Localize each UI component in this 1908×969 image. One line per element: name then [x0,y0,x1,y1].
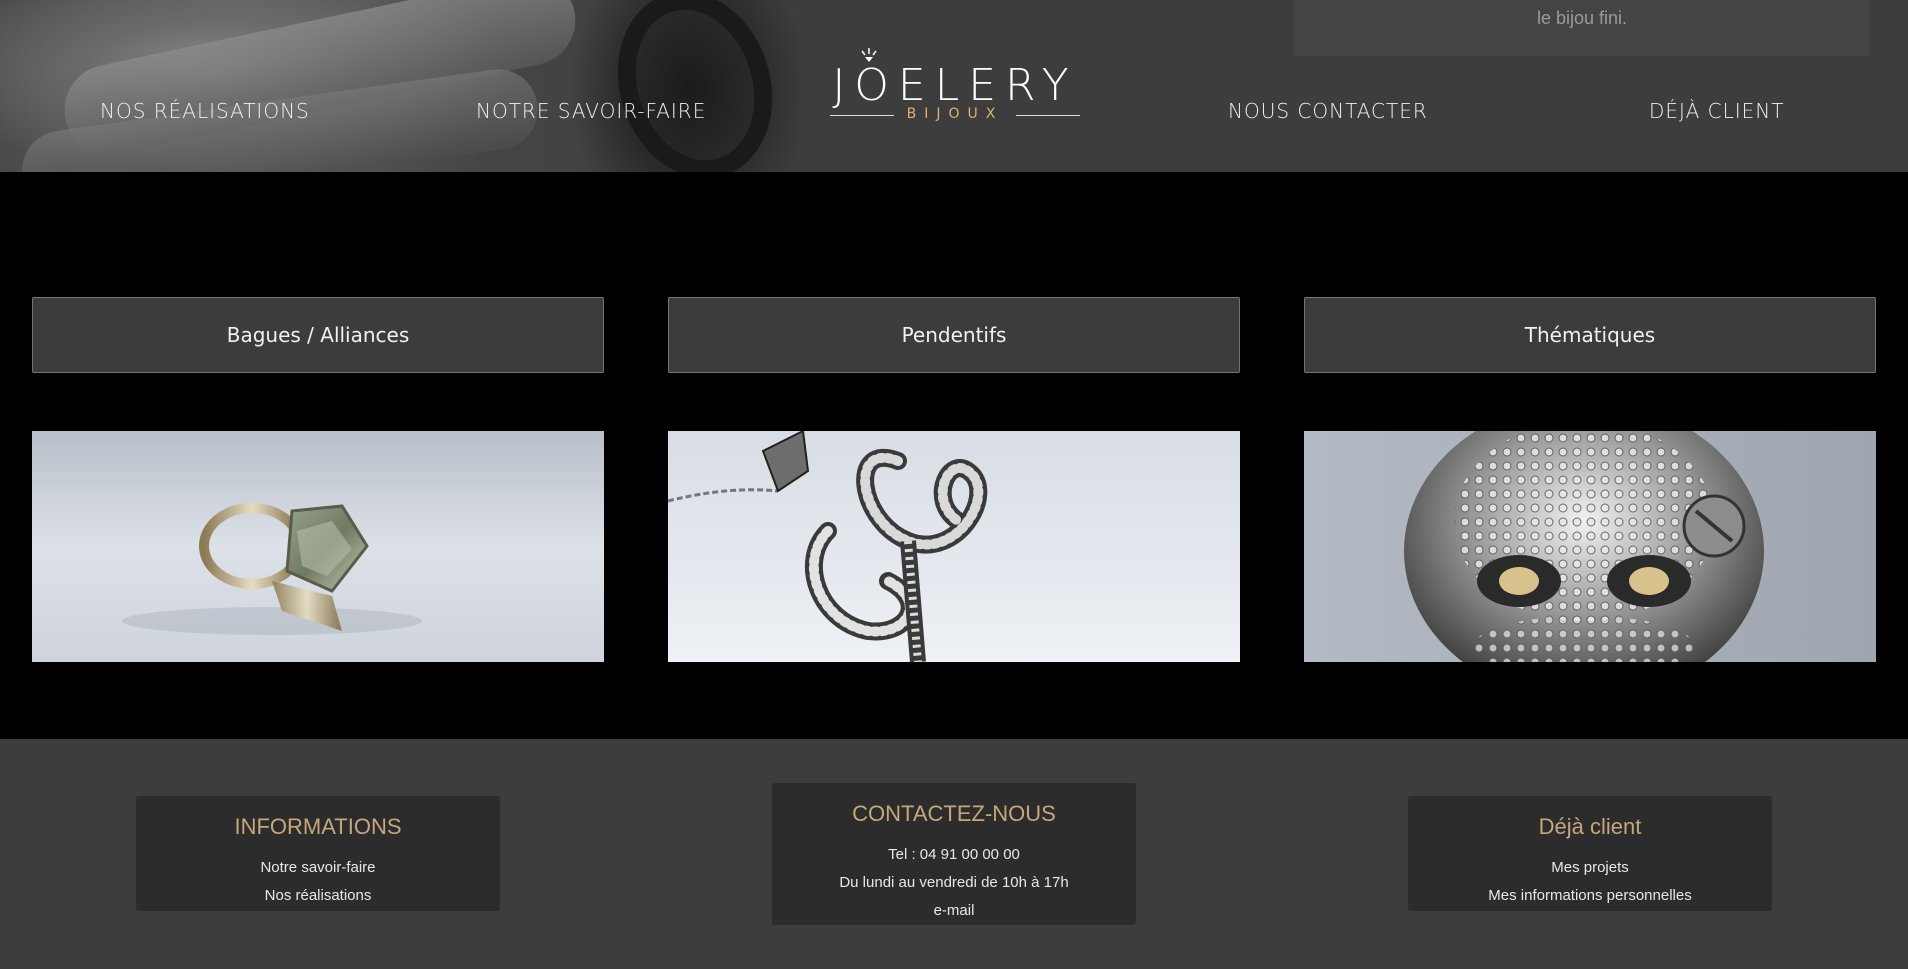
category-image-skull-ring[interactable] [1304,431,1876,662]
logo-divider [830,115,894,116]
site-header: le bijou fini. NOS RÉALISATIONS NOTRE SA… [0,0,1908,172]
logo-subtitle-text: BIJOUX [906,106,1004,122]
photo-ring-shape [594,0,796,172]
logo-wordmark: JOELERY [832,60,1078,111]
footer-informations: INFORMATIONS Notre savoir-faire Nos réal… [136,796,500,911]
logo-divider [1016,115,1080,116]
category-image-ring[interactable] [32,431,604,662]
ring-with-gem-illustration [32,431,604,662]
footer-deja-client: Déjà client Mes projets Mes informations… [1408,796,1772,911]
letter-pendant-illustration [668,431,1240,662]
site-logo[interactable]: JOELERY BIJOUX [830,48,1080,126]
category-button-pendentifs[interactable]: Pendentifs [668,297,1240,373]
footer-informations-title: INFORMATIONS [234,814,402,839]
nav-nous-contacter[interactable]: NOUS CONTACTER [1228,99,1428,123]
footer-phone: Tel : 04 91 00 00 00 [888,846,1020,863]
footer-link-realisations[interactable]: Nos réalisations [136,882,500,910]
footer-contact-title: CONTACTEZ-NOUS [852,801,1056,826]
nav-nos-realisations[interactable]: NOS RÉALISATIONS [100,99,310,123]
slider-caption: le bijou fini. [1294,0,1870,56]
nav-deja-client[interactable]: DÉJÀ CLIENT [1649,99,1784,123]
skull-ring-illustration [1304,431,1876,662]
footer-hours: Du lundi au vendredi de 10h à 17h [839,874,1069,891]
footer-client-title: Déjà client [1538,814,1642,839]
category-button-bagues[interactable]: Bagues / Alliances [32,297,604,373]
footer-link-mes-informations[interactable]: Mes informations personnelles [1408,882,1772,910]
footer-link-mes-projets[interactable]: Mes projets [1408,854,1772,882]
category-button-thematiques[interactable]: Thématiques [1304,297,1876,373]
logo-subtitle: BIJOUX [830,106,1080,126]
header-background-photo [0,0,800,172]
nav-notre-savoir-faire[interactable]: NOTRE SAVOIR-FAIRE [476,99,706,123]
categories-section: Bagues / Alliances Pendentifs Thématique… [0,172,1908,739]
category-image-pendant[interactable] [668,431,1240,662]
footer-email-link[interactable]: e-mail [772,897,1136,925]
footer-contact: CONTACTEZ-NOUS Tel : 04 91 00 00 00 Du l… [772,783,1136,925]
slider-caption-text: le bijou fini. [1536,8,1628,28]
site-footer: INFORMATIONS Notre savoir-faire Nos réal… [0,739,1908,969]
footer-link-savoir-faire[interactable]: Notre savoir-faire [136,854,500,882]
